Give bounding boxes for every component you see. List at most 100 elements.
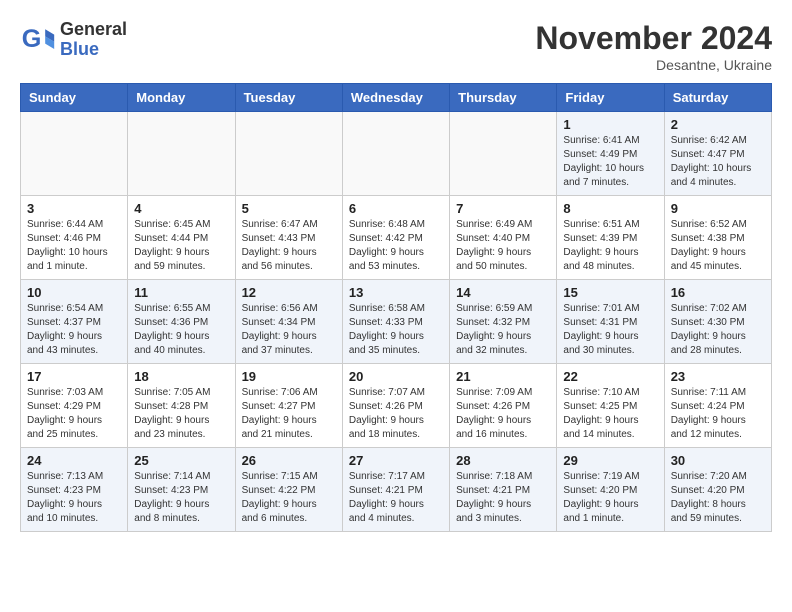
calendar-cell [450, 112, 557, 196]
day-number: 26 [242, 453, 336, 468]
calendar-cell: 11 Sunrise: 6:55 AM Sunset: 4:36 PM Dayli… [128, 280, 235, 364]
calendar-cell [342, 112, 449, 196]
day-info: Sunrise: 6:47 AM Sunset: 4:43 PM Dayligh… [242, 218, 336, 274]
calendar-cell: 30 Sunrise: 7:20 AM Sunset: 4:20 PM Dayli… [664, 448, 771, 532]
day-info: Sunrise: 6:52 AM Sunset: 4:38 PM Dayligh… [671, 218, 765, 274]
logo-icon: G [20, 22, 56, 58]
day-number: 25 [134, 453, 228, 468]
day-number: 14 [456, 285, 550, 300]
day-number: 7 [456, 201, 550, 216]
day-info: Sunrise: 7:03 AM Sunset: 4:29 PM Dayligh… [27, 386, 121, 442]
calendar-cell: 27 Sunrise: 7:17 AM Sunset: 4:21 PM Dayli… [342, 448, 449, 532]
calendar-cell: 2Sunrise: 6:42 AM Sunset: 4:47 PM Daylig… [664, 112, 771, 196]
day-number: 21 [456, 369, 550, 384]
day-info: Sunrise: 7:20 AM Sunset: 4:20 PM Dayligh… [671, 470, 765, 526]
day-info: Sunrise: 7:13 AM Sunset: 4:23 PM Dayligh… [27, 470, 121, 526]
calendar-cell: 10 Sunrise: 6:54 AM Sunset: 4:37 PM Dayli… [21, 280, 128, 364]
calendar-week-row-5: 24 Sunrise: 7:13 AM Sunset: 4:23 PM Dayli… [21, 448, 772, 532]
day-info: Sunrise: 6:51 AM Sunset: 4:39 PM Dayligh… [563, 218, 657, 274]
day-number: 10 [27, 285, 121, 300]
calendar-cell: 26 Sunrise: 7:15 AM Sunset: 4:22 PM Dayli… [235, 448, 342, 532]
calendar-cell: 6 Sunrise: 6:48 AM Sunset: 4:42 PM Daylig… [342, 196, 449, 280]
day-number: 6 [349, 201, 443, 216]
day-number: 19 [242, 369, 336, 384]
calendar-cell: 25 Sunrise: 7:14 AM Sunset: 4:23 PM Dayli… [128, 448, 235, 532]
day-number: 29 [563, 453, 657, 468]
calendar-cell: 3 Sunrise: 6:44 AM Sunset: 4:46 PM Daylig… [21, 196, 128, 280]
day-number: 27 [349, 453, 443, 468]
day-number: 11 [134, 285, 228, 300]
calendar-table: SundayMondayTuesdayWednesdayThursdayFrid… [20, 83, 772, 532]
month-title: November 2024 [535, 20, 772, 57]
day-number: 20 [349, 369, 443, 384]
day-number: 1 [563, 117, 657, 132]
day-number: 30 [671, 453, 765, 468]
calendar-cell: 7 Sunrise: 6:49 AM Sunset: 4:40 PM Daylig… [450, 196, 557, 280]
day-number: 13 [349, 285, 443, 300]
day-number: 4 [134, 201, 228, 216]
title-block: November 2024 Desantne, Ukraine [535, 20, 772, 73]
logo-blue: Blue [60, 40, 127, 60]
weekday-header-saturday: Saturday [664, 84, 771, 112]
logo-text: General Blue [60, 20, 127, 60]
day-number: 18 [134, 369, 228, 384]
day-number: 15 [563, 285, 657, 300]
calendar-cell: 18 Sunrise: 7:05 AM Sunset: 4:28 PM Dayli… [128, 364, 235, 448]
day-info: Sunrise: 6:41 AM Sunset: 4:49 PM Dayligh… [563, 134, 657, 190]
calendar-cell: 14 Sunrise: 6:59 AM Sunset: 4:32 PM Dayli… [450, 280, 557, 364]
calendar-cell [128, 112, 235, 196]
location: Desantne, Ukraine [535, 57, 772, 73]
day-number: 3 [27, 201, 121, 216]
calendar-cell: 16Sunrise: 7:02 AM Sunset: 4:30 PM Dayli… [664, 280, 771, 364]
day-info: Sunrise: 7:15 AM Sunset: 4:22 PM Dayligh… [242, 470, 336, 526]
calendar-cell: 15 Sunrise: 7:01 AM Sunset: 4:31 PM Dayli… [557, 280, 664, 364]
calendar-cell: 23Sunrise: 7:11 AM Sunset: 4:24 PM Dayli… [664, 364, 771, 448]
weekday-header-tuesday: Tuesday [235, 84, 342, 112]
day-number: 17 [27, 369, 121, 384]
day-number: 8 [563, 201, 657, 216]
calendar-cell: 13 Sunrise: 6:58 AM Sunset: 4:33 PM Dayli… [342, 280, 449, 364]
weekday-header-monday: Monday [128, 84, 235, 112]
weekday-header-sunday: Sunday [21, 84, 128, 112]
day-info: Sunrise: 6:59 AM Sunset: 4:32 PM Dayligh… [456, 302, 550, 358]
day-info: Sunrise: 7:14 AM Sunset: 4:23 PM Dayligh… [134, 470, 228, 526]
calendar-cell: 12Sunrise: 6:56 AM Sunset: 4:34 PM Dayli… [235, 280, 342, 364]
day-info: Sunrise: 7:10 AM Sunset: 4:25 PM Dayligh… [563, 386, 657, 442]
calendar-week-row-2: 3 Sunrise: 6:44 AM Sunset: 4:46 PM Daylig… [21, 196, 772, 280]
logo-general: General [60, 20, 127, 40]
calendar-cell: 1 Sunrise: 6:41 AM Sunset: 4:49 PM Daylig… [557, 112, 664, 196]
calendar-cell: 20 Sunrise: 7:07 AM Sunset: 4:26 PM Dayli… [342, 364, 449, 448]
calendar-cell: 4Sunrise: 6:45 AM Sunset: 4:44 PM Daylig… [128, 196, 235, 280]
day-info: Sunrise: 6:49 AM Sunset: 4:40 PM Dayligh… [456, 218, 550, 274]
calendar-week-row-3: 10 Sunrise: 6:54 AM Sunset: 4:37 PM Dayli… [21, 280, 772, 364]
svg-text:G: G [22, 25, 42, 53]
calendar-week-row-1: 1 Sunrise: 6:41 AM Sunset: 4:49 PM Daylig… [21, 112, 772, 196]
day-info: Sunrise: 6:55 AM Sunset: 4:36 PM Dayligh… [134, 302, 228, 358]
calendar-cell: 8 Sunrise: 6:51 AM Sunset: 4:39 PM Daylig… [557, 196, 664, 280]
calendar-cell [21, 112, 128, 196]
day-number: 9 [671, 201, 765, 216]
day-info: Sunrise: 7:06 AM Sunset: 4:27 PM Dayligh… [242, 386, 336, 442]
day-info: Sunrise: 6:42 AM Sunset: 4:47 PM Dayligh… [671, 134, 765, 190]
day-info: Sunrise: 6:48 AM Sunset: 4:42 PM Dayligh… [349, 218, 443, 274]
weekday-header-wednesday: Wednesday [342, 84, 449, 112]
calendar-cell: 19 Sunrise: 7:06 AM Sunset: 4:27 PM Dayli… [235, 364, 342, 448]
day-info: Sunrise: 7:19 AM Sunset: 4:20 PM Dayligh… [563, 470, 657, 526]
weekday-header-row: SundayMondayTuesdayWednesdayThursdayFrid… [21, 84, 772, 112]
day-info: Sunrise: 6:54 AM Sunset: 4:37 PM Dayligh… [27, 302, 121, 358]
calendar-cell: 22 Sunrise: 7:10 AM Sunset: 4:25 PM Dayli… [557, 364, 664, 448]
day-info: Sunrise: 6:58 AM Sunset: 4:33 PM Dayligh… [349, 302, 443, 358]
day-info: Sunrise: 7:07 AM Sunset: 4:26 PM Dayligh… [349, 386, 443, 442]
day-info: Sunrise: 7:01 AM Sunset: 4:31 PM Dayligh… [563, 302, 657, 358]
day-number: 22 [563, 369, 657, 384]
day-info: Sunrise: 6:44 AM Sunset: 4:46 PM Dayligh… [27, 218, 121, 274]
day-number: 28 [456, 453, 550, 468]
day-info: Sunrise: 6:56 AM Sunset: 4:34 PM Dayligh… [242, 302, 336, 358]
day-info: Sunrise: 7:17 AM Sunset: 4:21 PM Dayligh… [349, 470, 443, 526]
calendar-cell: 29 Sunrise: 7:19 AM Sunset: 4:20 PM Dayli… [557, 448, 664, 532]
day-info: Sunrise: 7:05 AM Sunset: 4:28 PM Dayligh… [134, 386, 228, 442]
page-header: G General Blue November 2024 Desantne, U… [20, 20, 772, 73]
calendar-cell: 28Sunrise: 7:18 AM Sunset: 4:21 PM Dayli… [450, 448, 557, 532]
calendar-week-row-4: 17 Sunrise: 7:03 AM Sunset: 4:29 PM Dayli… [21, 364, 772, 448]
day-number: 24 [27, 453, 121, 468]
